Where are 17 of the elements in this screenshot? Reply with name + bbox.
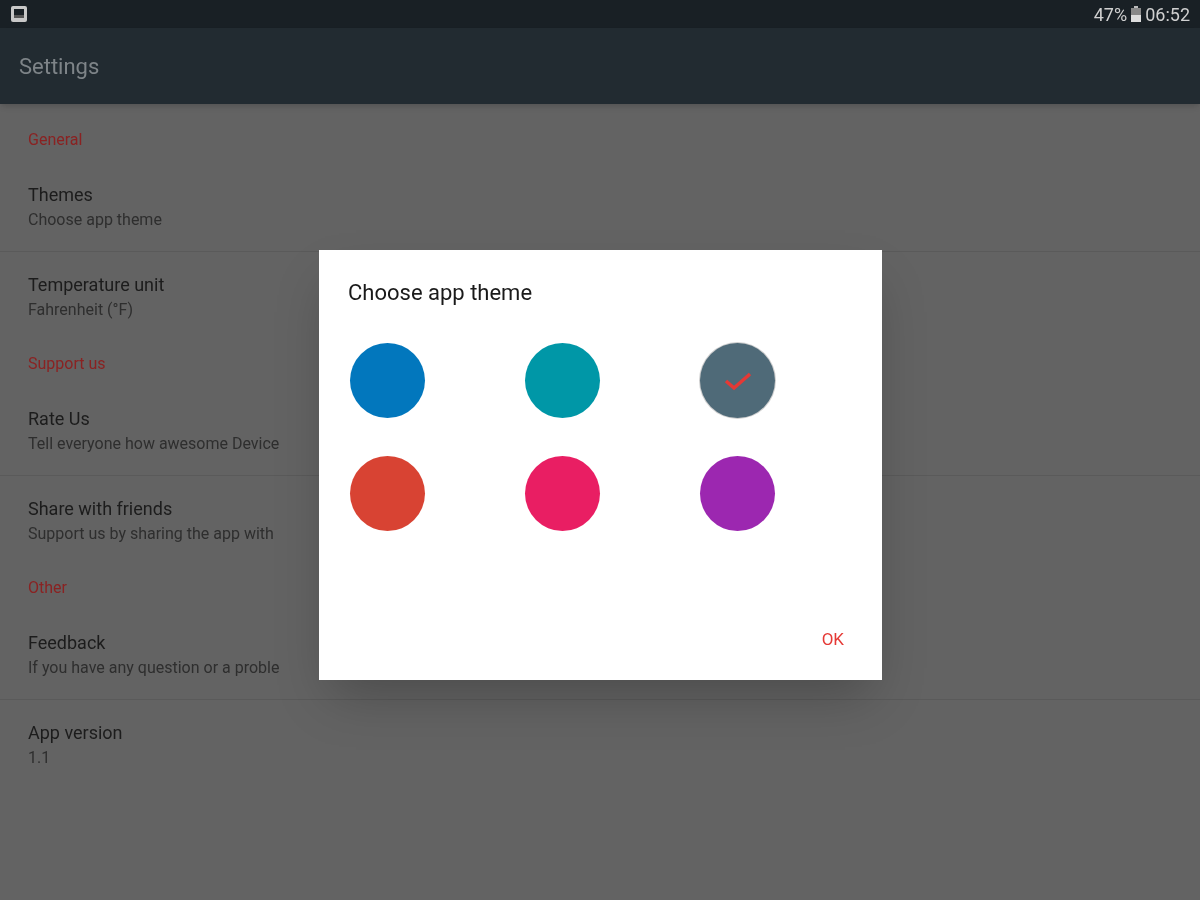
item-title: Themes	[28, 182, 93, 207]
screen-title: Settings	[19, 52, 100, 81]
section-header: Support us	[28, 353, 106, 375]
item-title: Rate Us	[28, 406, 90, 431]
ok-button[interactable]: OK	[811, 620, 854, 658]
item-title: Share with friends	[28, 497, 173, 521]
item-title: App version	[28, 721, 123, 745]
dialog-title: Choose app theme	[348, 279, 533, 307]
item-title: Temperature unit	[28, 273, 165, 297]
battery-icon	[1131, 6, 1142, 22]
checkmark-icon	[723, 370, 752, 391]
section-header: Other	[28, 577, 67, 599]
section-header: General	[28, 129, 83, 151]
item-title: Feedback	[28, 630, 106, 655]
clock: 06:52	[1145, 2, 1190, 27]
image-icon	[10, 5, 28, 23]
battery-percent: 47%	[1093, 2, 1128, 27]
